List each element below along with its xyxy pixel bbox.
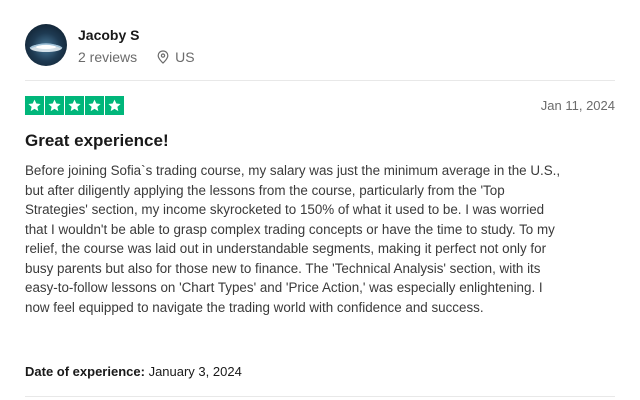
divider-bottom	[25, 396, 615, 397]
review-body: Before joining Sofia`s trading course, m…	[25, 163, 561, 315]
star-icon	[65, 96, 84, 115]
reviewer-country: US	[175, 49, 195, 65]
review-card: Jacoby S 2 reviews US Jan 11, 2024 Great…	[0, 0, 640, 400]
review-date: Jan 11, 2024	[540, 98, 615, 113]
date-of-experience: Date of experience: January 3, 2024	[25, 364, 242, 379]
reviewer-header: Jacoby S 2 reviews US	[25, 24, 195, 66]
divider	[25, 80, 615, 81]
review-count: 2 reviews	[78, 49, 138, 65]
star-rating	[25, 96, 125, 115]
star-icon	[105, 96, 124, 115]
reviewer-info: Jacoby S 2 reviews US	[78, 27, 195, 65]
review-title[interactable]: Great experience!	[25, 131, 169, 151]
avatar[interactable]	[25, 24, 67, 66]
reviewer-meta: 2 reviews US	[78, 49, 195, 65]
avatar-photo-icon	[29, 43, 63, 52]
star-icon	[25, 96, 44, 115]
reviewer-name[interactable]: Jacoby S	[78, 27, 195, 43]
star-icon	[45, 96, 64, 115]
star-icon	[85, 96, 104, 115]
experience-label: Date of experience:	[25, 364, 145, 379]
location-pin-icon	[157, 50, 169, 64]
experience-value: January 3, 2024	[148, 364, 242, 379]
